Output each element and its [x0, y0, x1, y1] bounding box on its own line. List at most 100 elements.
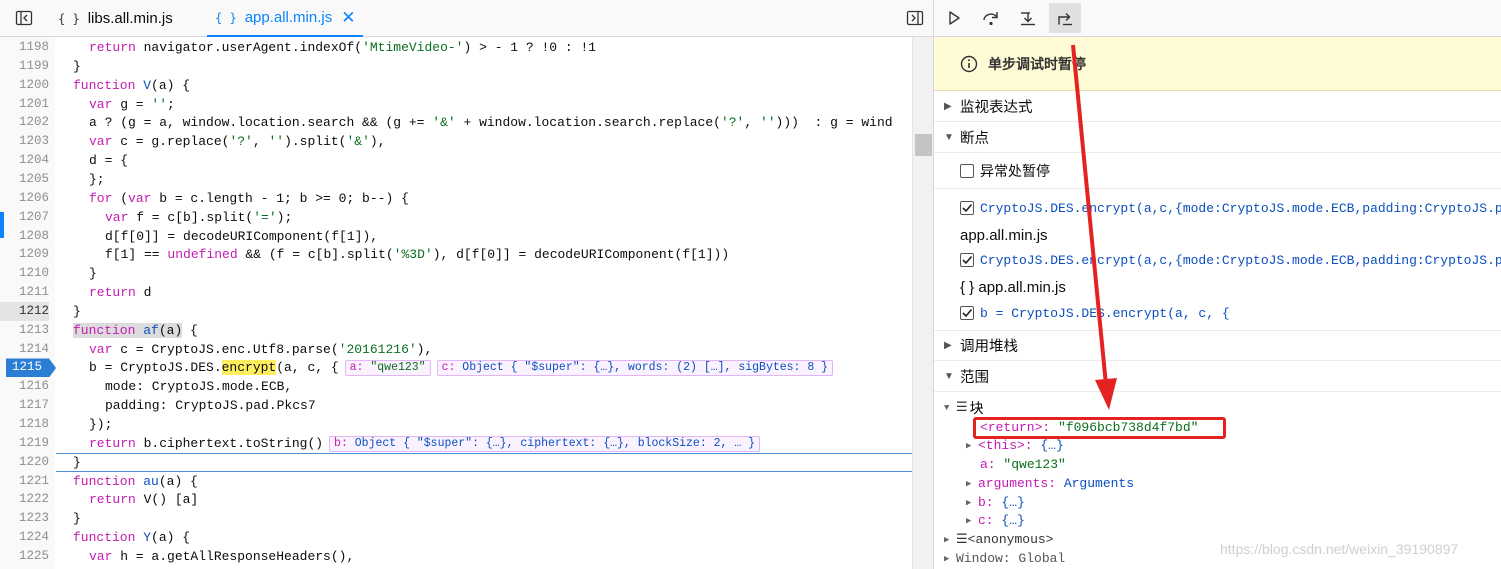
line-number[interactable]: 1222 — [0, 490, 49, 509]
code-line[interactable]: 1202 a ? (g = a, window.location.search &… — [0, 113, 912, 132]
line-number[interactable]: 1205 — [0, 170, 49, 189]
code-line[interactable]: 1223} — [0, 509, 912, 528]
breakpoint-checkbox[interactable] — [960, 306, 974, 320]
watch-expressions-header[interactable]: ▶ 监视表达式 — [934, 91, 1501, 122]
code-line[interactable]: 1203 var c = g.replace('?', '').split('&'… — [0, 132, 912, 151]
toggle-sources-sidebar-button[interactable] — [12, 6, 36, 30]
line-number[interactable]: 1217 — [0, 396, 49, 415]
expand-triangle-icon: ▶ — [944, 340, 952, 351]
code-text: function V(a) { — [73, 77, 191, 93]
resume-button[interactable] — [938, 3, 970, 33]
line-number[interactable]: 1204 — [0, 151, 49, 170]
line-number[interactable]: 1219 — [0, 434, 49, 453]
code-line[interactable]: 1224 function Y(a) { — [0, 528, 912, 547]
line-number[interactable]: 1198 — [0, 38, 49, 57]
line-number[interactable]: 1206 — [0, 189, 49, 208]
code-line[interactable]: 1208 d[f[0]] = decodeURIComponent(f[1]), — [0, 227, 912, 246]
block-scope-icon: ☰ — [956, 532, 968, 547]
code-line[interactable]: 1200 function V(a) { — [0, 76, 912, 95]
scope-var-a[interactable]: a: "qwe123" — [980, 455, 1066, 474]
scope-block-node[interactable]: ▼ ☰ 块 — [944, 398, 984, 417]
code-line[interactable]: 1212} — [0, 301, 912, 321]
line-number[interactable]: 1214 — [0, 340, 49, 359]
code-line[interactable]: 1213 function af(a) { — [0, 321, 912, 340]
code-line[interactable]: 1218}); — [0, 415, 912, 434]
code-line[interactable]: 1214 var c = CryptoJS.enc.Utf8.parse('201… — [0, 340, 912, 359]
expand-triangle-icon: ▶ — [944, 100, 952, 112]
code-text: return d — [89, 285, 152, 301]
step-in-button[interactable] — [1012, 3, 1044, 33]
code-text: d[f[0]] = decodeURIComponent(f[1]), — [105, 228, 379, 244]
line-number[interactable]: 1225 — [0, 547, 49, 566]
code-line[interactable]: 1207 var f = c[b].split('='); — [0, 208, 912, 227]
tab-app-all-min-js[interactable]: { } app.all.min.js ✕ — [207, 0, 364, 37]
source-editor[interactable]: 1198 return navigator.userAgent.indexOf('… — [0, 37, 912, 569]
line-number[interactable]: 1210 — [0, 264, 49, 283]
expand-triangle-icon: ▶ — [944, 534, 950, 545]
scope-window-node[interactable]: ▶ Window: Global — [944, 549, 1065, 568]
code-line[interactable]: 1199} — [0, 57, 912, 76]
code-text: for (var b = c.length - 1; b >= 0; b--) … — [89, 190, 409, 206]
pause-on-exceptions-checkbox[interactable] — [960, 164, 974, 178]
line-number[interactable]: 1201 — [0, 95, 49, 114]
line-number[interactable]: 1211 — [0, 283, 49, 302]
tab-label: app.all.min.js — [244, 9, 333, 26]
line-number[interactable]: 1212 — [0, 301, 49, 321]
code-line[interactable]: 1215 b = CryptoJS.DES.encrypt(a, c, {a: "… — [0, 358, 912, 378]
code-line[interactable]: 1209 f[1] == undefined && (f = c[b].split… — [0, 245, 912, 264]
code-line[interactable]: 1220} — [0, 452, 912, 472]
editor-scrollbar-thumb[interactable] — [915, 134, 932, 156]
editor-scrollbar[interactable] — [912, 37, 933, 569]
toggle-debugger-panel-button[interactable] — [903, 6, 927, 30]
code-line[interactable]: 1219 return b.ciphertext.toString() b: Obj… — [0, 434, 912, 453]
code-line[interactable]: 1216 mode: CryptoJS.mode.ECB, — [0, 377, 912, 396]
line-number[interactable]: 1220 — [0, 453, 49, 472]
line-number[interactable]: 1224 — [0, 528, 49, 547]
step-out-icon — [1058, 13, 1072, 26]
step-out-button[interactable] — [1049, 3, 1081, 33]
line-number[interactable]: 1208 — [0, 227, 49, 246]
scope-var-c[interactable]: ▶ c: {…} — [966, 511, 1025, 530]
close-tab-icon[interactable]: ✕ — [341, 8, 355, 28]
line-number[interactable]: 1207 — [0, 208, 49, 227]
scope-var-b[interactable]: ▶ b: {…} — [966, 493, 1025, 512]
breakpoint-item[interactable]: CryptoJS.DES.encrypt(a,c,{mode:CryptoJS.… — [934, 197, 1501, 219]
line-number[interactable]: 1200 — [0, 76, 49, 95]
breakpoint-checkbox[interactable] — [960, 253, 974, 267]
breakpoints-header[interactable]: ▼ 断点 — [934, 122, 1501, 153]
code-line[interactable]: 1211 return d — [0, 283, 912, 302]
code-line[interactable]: 1210} — [0, 264, 912, 283]
line-number[interactable]: 1213 — [0, 321, 49, 340]
code-line[interactable]: 1225 var h = a.getAllResponseHeaders(), — [0, 547, 912, 566]
line-number[interactable]: 1202 — [0, 113, 49, 132]
scope-anonymous-node[interactable]: ▶ ☰ <anonymous> — [944, 530, 1053, 549]
line-number[interactable]: 1209 — [0, 245, 49, 264]
code-line[interactable]: 1217 padding: CryptoJS.pad.Pkcs7 — [0, 396, 912, 415]
code-line[interactable]: 1222 return V() [a] — [0, 490, 912, 509]
line-number[interactable]: 1218 — [0, 415, 49, 434]
code-line[interactable]: 1205}; — [0, 170, 912, 189]
breakpoint-source-file[interactable]: { } app.all.min.js — [934, 276, 1501, 298]
breakpoint-line-number[interactable]: 1215 — [6, 358, 56, 378]
tab-libs-all-min-js[interactable]: { } libs.all.min.js — [50, 0, 181, 37]
step-over-button[interactable] — [975, 3, 1007, 33]
call-stack-header[interactable]: ▶ 调用堆栈 — [934, 330, 1501, 361]
code-line[interactable]: 1198 return navigator.userAgent.indexOf('… — [0, 38, 912, 57]
line-number[interactable]: 1221 — [0, 472, 49, 491]
scope-var-arguments[interactable]: ▶ arguments: Arguments — [966, 474, 1134, 493]
code-line[interactable]: 1206 for (var b = c.length - 1; b >= 0; b… — [0, 189, 912, 208]
breakpoint-item[interactable]: b = CryptoJS.DES.encrypt(a, c, { — [934, 302, 1501, 324]
line-number[interactable]: 1203 — [0, 132, 49, 151]
pause-on-exceptions-row[interactable]: 异常处暂停 — [934, 160, 1501, 182]
breakpoint-item[interactable]: CryptoJS.DES.encrypt(a,c,{mode:CryptoJS.… — [934, 249, 1501, 271]
code-line[interactable]: 1204 d = { — [0, 151, 912, 170]
line-number[interactable]: 1216 — [0, 377, 49, 396]
code-line[interactable]: 1221 function au(a) { — [0, 472, 912, 491]
debugger-sidebar: 单步调试时暂停 ▶ 监视表达式 ▼ 断点 异常处暂停 CryptoJS.DES.… — [933, 0, 1501, 569]
breakpoint-source-file[interactable]: app.all.min.js — [934, 224, 1501, 246]
code-line[interactable]: 1201 var g = ''; — [0, 95, 912, 114]
line-number[interactable]: 1223 — [0, 509, 49, 528]
breakpoint-checkbox[interactable] — [960, 201, 974, 215]
scopes-header[interactable]: ▼ 范围 — [934, 361, 1501, 392]
line-number[interactable]: 1199 — [0, 57, 49, 76]
